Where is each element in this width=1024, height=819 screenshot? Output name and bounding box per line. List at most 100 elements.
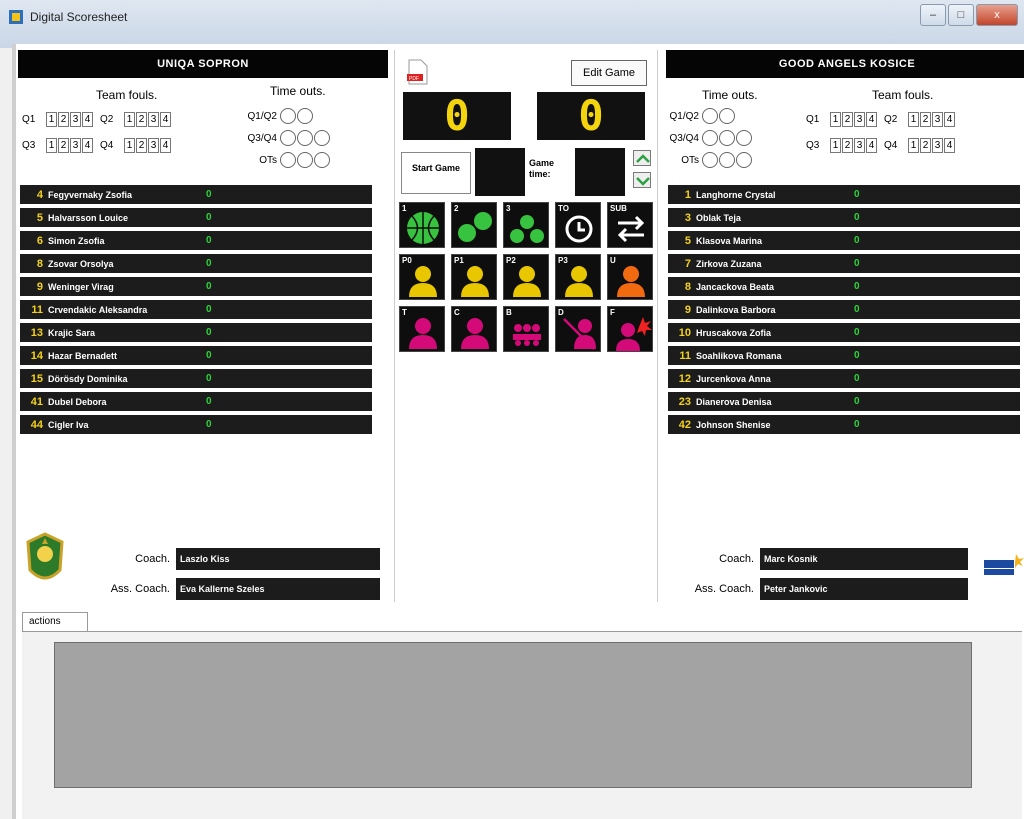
one-point-button[interactable]: 1 [399, 202, 445, 248]
timeout-circle[interactable] [736, 130, 752, 146]
foul-box[interactable]: 1 [908, 112, 919, 127]
foul-box[interactable]: 2 [920, 138, 931, 153]
timeout-circle[interactable] [719, 130, 735, 146]
foul-box[interactable]: 3 [932, 112, 943, 127]
player-row[interactable]: 23 Dianerova Denisa 0 [668, 392, 1020, 411]
away-coach-field[interactable]: Marc Kosnik [760, 548, 968, 570]
time-up-button[interactable] [633, 150, 651, 166]
fighting-foul-button[interactable]: F [607, 306, 653, 352]
player-row[interactable]: 14 Hazar Bernadett 0 [20, 346, 372, 365]
player-row[interactable]: 6 Simon Zsofia 0 [20, 231, 372, 250]
foul-box[interactable]: 4 [944, 138, 955, 153]
actions-log[interactable] [54, 642, 972, 788]
foul-box[interactable]: 3 [854, 112, 865, 127]
player-row[interactable]: 9 Weninger Virag 0 [20, 277, 372, 296]
edit-game-button[interactable]: Edit Game [571, 60, 647, 86]
player-row[interactable]: 8 Jancackova Beata 0 [668, 277, 1020, 296]
player-row[interactable]: 44 Cigler Iva 0 [20, 415, 372, 434]
player-row[interactable]: 8 Zsovar Orsolya 0 [20, 254, 372, 273]
bench-foul-button[interactable]: B [503, 306, 549, 352]
player-row[interactable]: 10 Hruscakova Zofia 0 [668, 323, 1020, 342]
player-row[interactable]: 4 Fegyvernaky Zsofia 0 [20, 185, 372, 204]
foul-box[interactable]: 1 [46, 138, 57, 153]
timeout-circle[interactable] [314, 130, 330, 146]
three-points-button[interactable]: 3 [503, 202, 549, 248]
foul-box[interactable]: 4 [866, 112, 877, 127]
player-row[interactable]: 1 Langhorne Crystal 0 [668, 185, 1020, 204]
player-row[interactable]: 41 Dubel Debora 0 [20, 392, 372, 411]
timeout-circle[interactable] [702, 130, 718, 146]
foul-box[interactable]: 3 [148, 138, 159, 153]
timeout-circle[interactable] [297, 130, 313, 146]
foul-box[interactable]: 2 [136, 112, 147, 127]
foul-box[interactable]: 4 [944, 112, 955, 127]
maximize-button[interactable]: □ [948, 4, 974, 26]
player-row[interactable]: 15 Dörösdy Dominika 0 [20, 369, 372, 388]
foul-p1-button[interactable]: P1 [451, 254, 497, 300]
foul-box[interactable]: 3 [70, 112, 81, 127]
foul-box[interactable]: 4 [82, 138, 93, 153]
tab-actions[interactable]: actions [22, 612, 88, 632]
foul-box[interactable]: 4 [82, 112, 93, 127]
foul-box[interactable]: 3 [70, 138, 81, 153]
close-button[interactable]: x [976, 4, 1018, 26]
timeout-circle[interactable] [719, 152, 735, 168]
foul-box[interactable]: 1 [124, 112, 135, 127]
timeout-circle[interactable] [719, 108, 735, 124]
substitution-button[interactable]: SUB [607, 202, 653, 248]
player-row[interactable]: 11 Soahlikova Romana 0 [668, 346, 1020, 365]
foul-box[interactable]: 1 [830, 112, 841, 127]
foul-box[interactable]: 1 [46, 112, 57, 127]
player-row[interactable]: 5 Halvarsson Louice 0 [20, 208, 372, 227]
foul-box[interactable]: 4 [160, 138, 171, 153]
player-row[interactable]: 7 Zirkova Zuzana 0 [668, 254, 1020, 273]
foul-box[interactable]: 1 [124, 138, 135, 153]
away-asst-coach-field[interactable]: Peter Jankovic [760, 578, 968, 600]
foul-box[interactable]: 2 [842, 138, 853, 153]
foul-box[interactable]: 2 [58, 112, 69, 127]
foul-box[interactable]: 3 [932, 138, 943, 153]
foul-p3-button[interactable]: P3 [555, 254, 601, 300]
foul-box[interactable]: 3 [148, 112, 159, 127]
foul-box[interactable]: 3 [854, 138, 865, 153]
time-down-button[interactable] [633, 172, 651, 188]
two-points-button[interactable]: 2 [451, 202, 497, 248]
start-game-button[interactable]: Start Game [401, 152, 471, 194]
timeout-circle[interactable] [702, 152, 718, 168]
unsportsmanlike-foul-button[interactable]: U [607, 254, 653, 300]
foul-box[interactable]: 4 [866, 138, 877, 153]
foul-p0-button[interactable]: P0 [399, 254, 445, 300]
player-row[interactable]: 12 Jurcenkova Anna 0 [668, 369, 1020, 388]
player-row[interactable]: 5 Klasova Marina 0 [668, 231, 1020, 250]
coach-foul-button[interactable]: C [451, 306, 497, 352]
disqualifying-foul-button[interactable]: D [555, 306, 601, 352]
foul-box[interactable]: 2 [58, 138, 69, 153]
player-row[interactable]: 9 Dalinkova Barbora 0 [668, 300, 1020, 319]
minimize-button[interactable]: – [920, 4, 946, 26]
timeout-period-label: Q3/Q4 [669, 132, 699, 144]
foul-box[interactable]: 4 [160, 112, 171, 127]
foul-box[interactable]: 1 [908, 138, 919, 153]
player-row[interactable]: 42 Johnson Shenise 0 [668, 415, 1020, 434]
timeout-circle[interactable] [297, 108, 313, 124]
timeout-circle[interactable] [297, 152, 313, 168]
timeout-circle[interactable] [280, 130, 296, 146]
home-asst-coach-field[interactable]: Eva Kallerne Szeles [176, 578, 380, 600]
technical-foul-button[interactable]: T [399, 306, 445, 352]
timeout-circle[interactable] [280, 108, 296, 124]
timeout-circle[interactable] [280, 152, 296, 168]
pdf-export-icon[interactable]: PDF [403, 58, 431, 86]
timeout-circle[interactable] [702, 108, 718, 124]
timeout-circle[interactable] [314, 152, 330, 168]
timeout-circle[interactable] [736, 152, 752, 168]
player-row[interactable]: 13 Krajic Sara 0 [20, 323, 372, 342]
foul-box[interactable]: 2 [842, 112, 853, 127]
foul-box[interactable]: 2 [136, 138, 147, 153]
foul-box[interactable]: 1 [830, 138, 841, 153]
player-row[interactable]: 11 Crvendakic Aleksandra 0 [20, 300, 372, 319]
foul-p2-button[interactable]: P2 [503, 254, 549, 300]
home-coach-field[interactable]: Laszlo Kiss [176, 548, 380, 570]
player-row[interactable]: 3 Oblak Teja 0 [668, 208, 1020, 227]
timeout-button[interactable]: TO [555, 202, 601, 248]
foul-box[interactable]: 2 [920, 112, 931, 127]
